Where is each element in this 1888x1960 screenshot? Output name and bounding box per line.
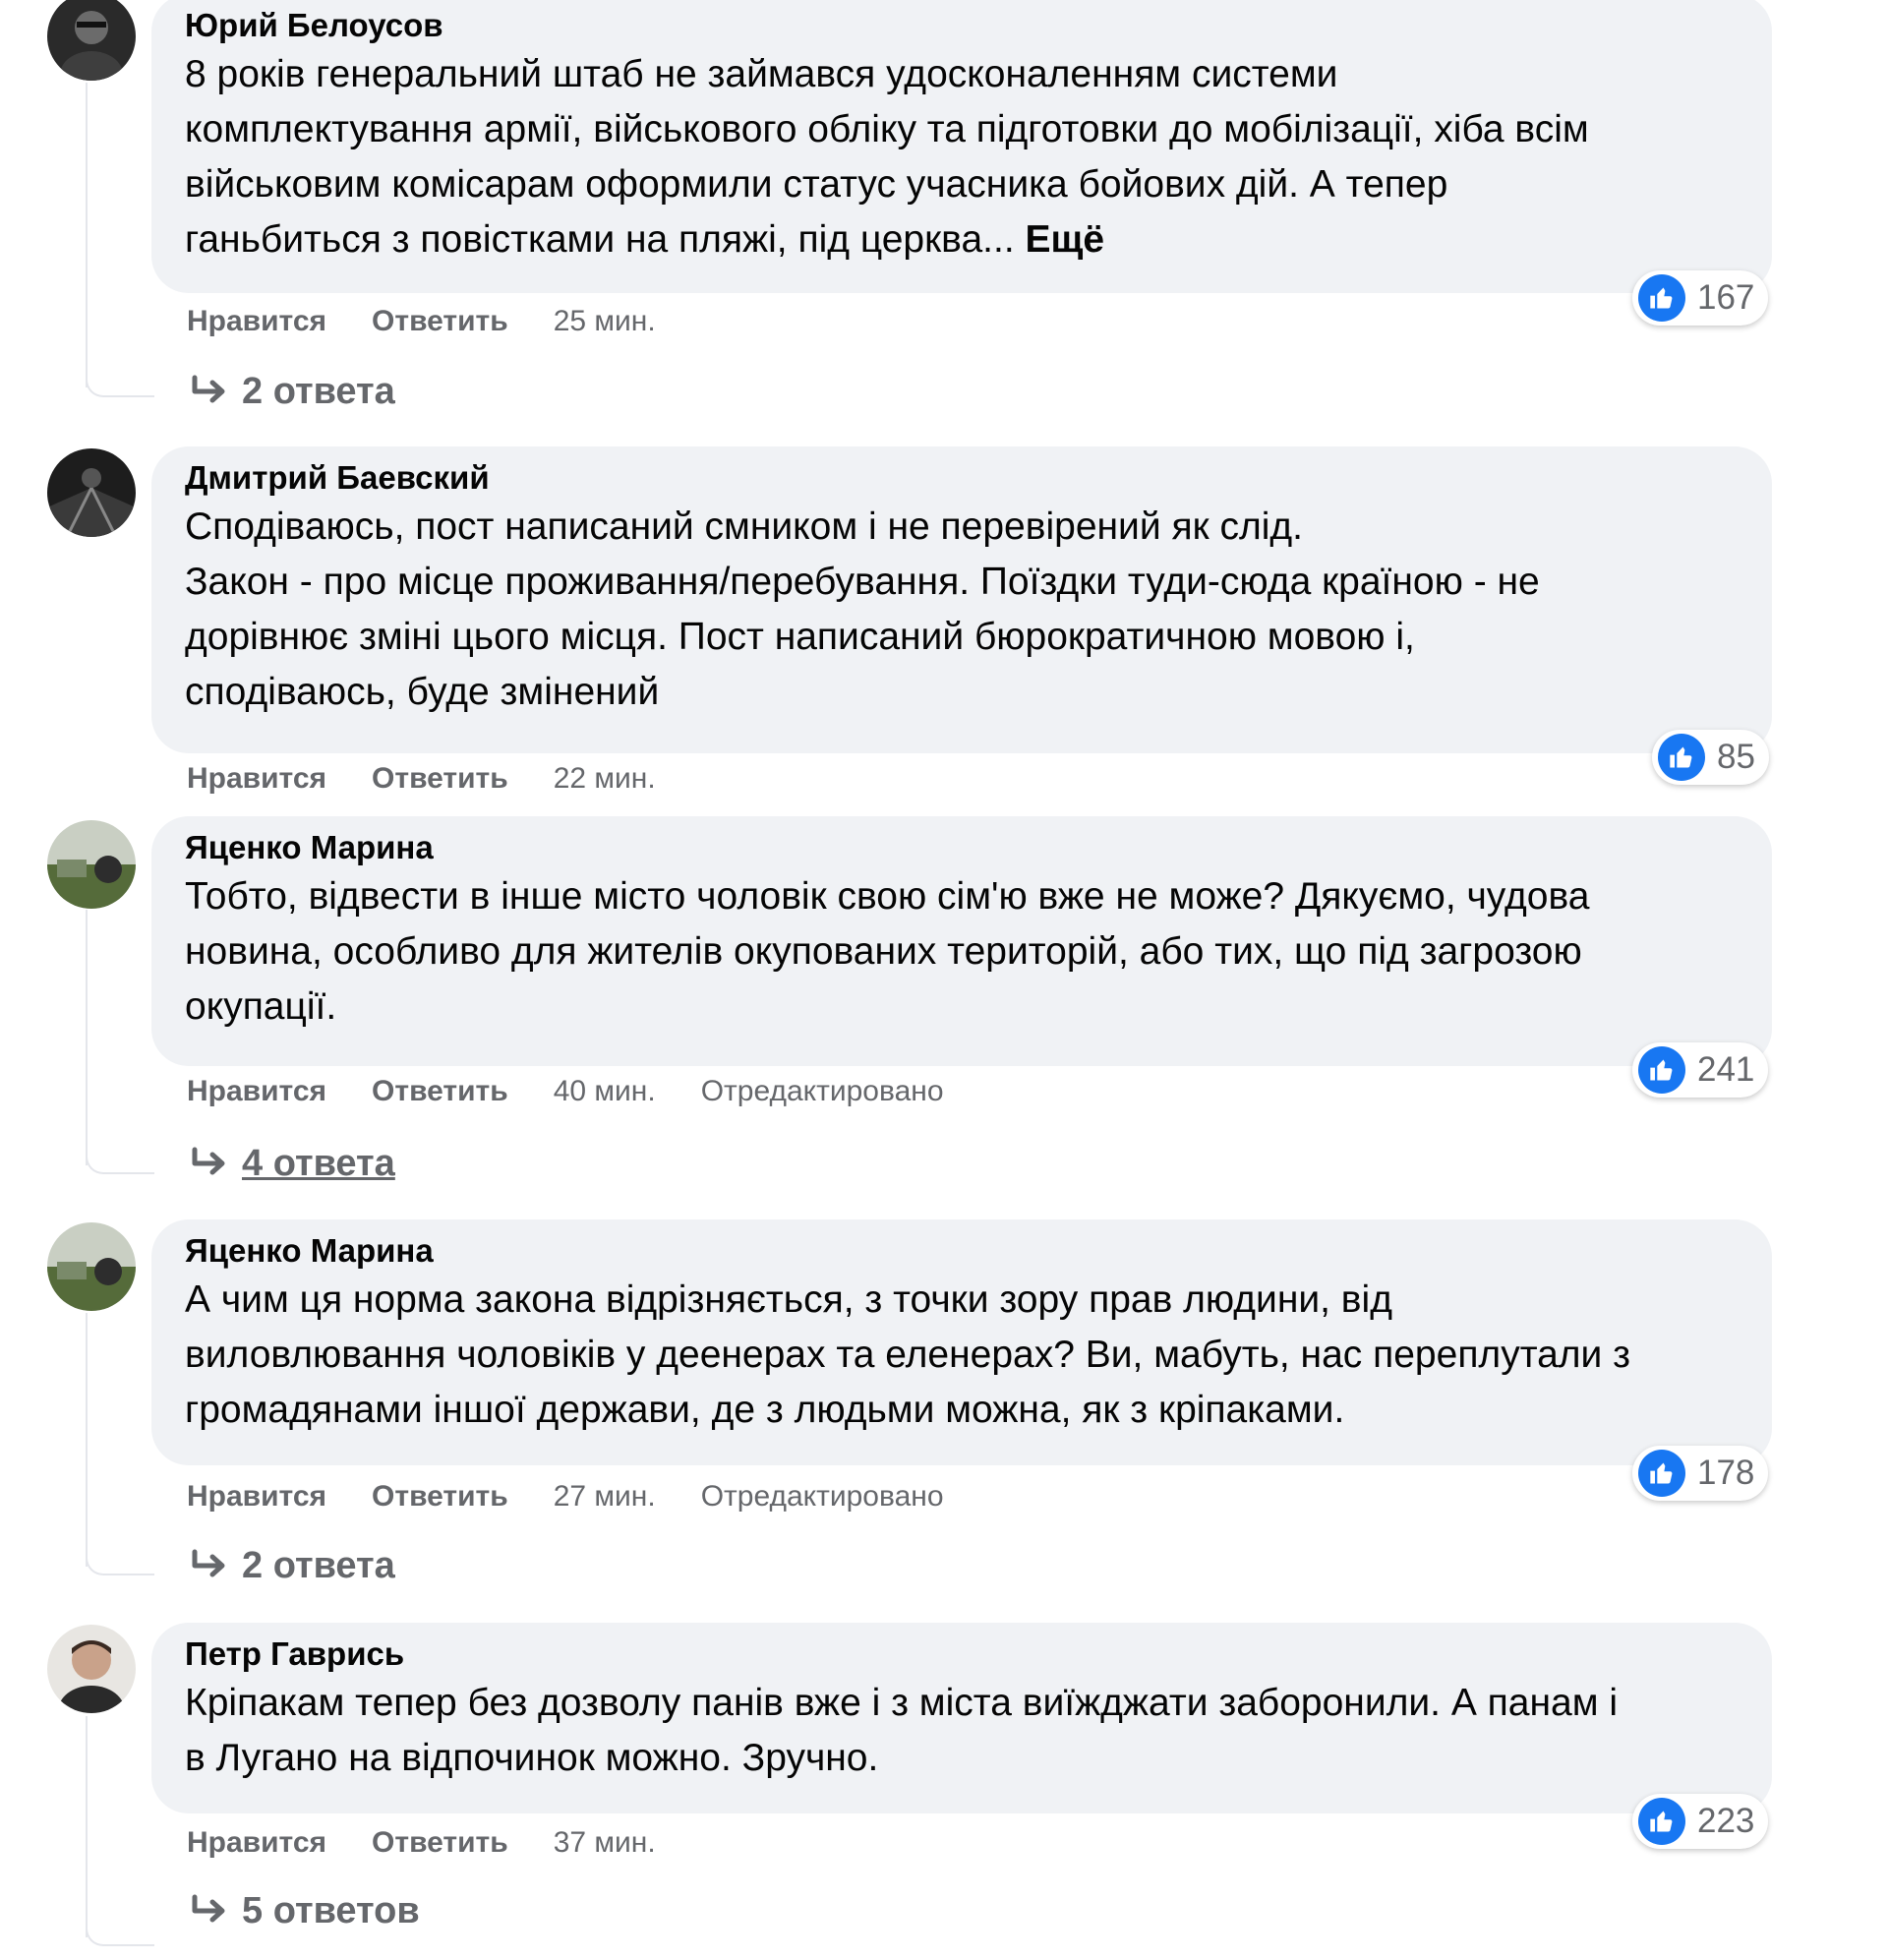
- reaction-badge[interactable]: 223: [1632, 1794, 1769, 1849]
- reaction-badge[interactable]: 178: [1632, 1446, 1769, 1501]
- comment-actions: Нравится Ответить 40 мин. Отредактирован…: [187, 1072, 944, 1111]
- comment-actions: Нравится Ответить 27 мин. Отредактирован…: [187, 1477, 944, 1516]
- edited-label: Отредактировано: [700, 1075, 944, 1107]
- reply-button[interactable]: Ответить: [372, 762, 508, 796]
- comment-text: Кріпакам тепер без дозволу панів вже і з…: [185, 1682, 1619, 1779]
- comment-bubble: Петр Гаврись Кріпакам тепер без дозволу …: [151, 1623, 1772, 1813]
- thread-line: [86, 1716, 88, 1937]
- comment-author[interactable]: Петр Гаврись: [185, 1633, 1739, 1676]
- comment-author[interactable]: Юрий Белоусов: [185, 4, 1739, 47]
- comment-timestamp[interactable]: 25 мин.: [554, 305, 656, 338]
- reply-arrow-icon: [187, 1146, 230, 1181]
- reply-button[interactable]: Ответить: [372, 1480, 508, 1514]
- comment-text: А чим ця норма закона відрізняється, з т…: [185, 1278, 1631, 1431]
- reaction-count: 167: [1697, 278, 1755, 317]
- comment-text-body: 8 років генеральний штаб не займався удо…: [185, 53, 1589, 261]
- view-replies-link[interactable]: 4 ответа: [187, 1139, 395, 1188]
- reply-button[interactable]: Ответить: [372, 305, 508, 338]
- thumbs-up-icon: [1638, 1798, 1685, 1845]
- thread-line: [86, 910, 88, 1165]
- comment-timestamp[interactable]: 27 мин.: [554, 1480, 656, 1514]
- reaction-count: 178: [1697, 1454, 1755, 1492]
- thread-connector: [86, 1923, 154, 1946]
- edited-label: Отредактировано: [700, 1480, 944, 1513]
- replies-label[interactable]: 2 ответа: [242, 371, 395, 413]
- comment-bubble: Юрий Белоусов 8 років генеральний штаб н…: [151, 0, 1772, 293]
- comment-actions: Нравится Ответить 25 мин.: [187, 302, 701, 341]
- thread-line: [86, 83, 88, 387]
- see-more-link[interactable]: Ещё: [1026, 218, 1105, 261]
- thread-connector: [86, 374, 154, 397]
- comment-timestamp[interactable]: 37 мин.: [554, 1826, 656, 1860]
- comment-bubble: Дмитрий Баевский Сподіваюсь, пост написа…: [151, 446, 1772, 753]
- thread-connector: [86, 1151, 154, 1174]
- avatar[interactable]: [47, 448, 136, 537]
- replies-label[interactable]: 2 ответа: [242, 1545, 395, 1587]
- reaction-count: 223: [1697, 1802, 1755, 1840]
- thumbs-up-icon: [1638, 1046, 1685, 1094]
- like-button[interactable]: Нравится: [187, 1826, 326, 1860]
- avatar[interactable]: [47, 1222, 136, 1311]
- like-button[interactable]: Нравится: [187, 1480, 326, 1514]
- reply-button[interactable]: Ответить: [372, 1075, 508, 1108]
- thread-connector: [86, 1552, 154, 1575]
- avatar[interactable]: [47, 0, 136, 81]
- thread-line: [86, 1313, 88, 1567]
- avatar[interactable]: [47, 1625, 136, 1713]
- like-button[interactable]: Нравится: [187, 305, 326, 338]
- avatar[interactable]: [47, 820, 136, 909]
- reaction-badge[interactable]: 167: [1632, 270, 1769, 326]
- like-button[interactable]: Нравится: [187, 762, 326, 796]
- reply-arrow-icon: [187, 1893, 230, 1929]
- reply-arrow-icon: [187, 1548, 230, 1583]
- comment-bubble: Яценко Марина Тобто, відвести в інше міс…: [151, 816, 1772, 1066]
- reaction-badge[interactable]: 241: [1632, 1042, 1769, 1098]
- reply-arrow-icon: [187, 374, 230, 409]
- thumbs-up-icon: [1658, 734, 1705, 781]
- comment-text: Сподіваюсь, пост написаний смником і не …: [185, 505, 1540, 713]
- thumbs-up-icon: [1638, 1450, 1685, 1497]
- comment-text: 8 років генеральний штаб не займався удо…: [185, 47, 1739, 267]
- reaction-count: 85: [1717, 738, 1755, 776]
- view-replies-link[interactable]: 2 ответа: [187, 1541, 395, 1590]
- comment-text: Тобто, відвести в інше місто чоловік сво…: [185, 875, 1590, 1028]
- replies-label[interactable]: 5 ответов: [242, 1890, 420, 1932]
- comment-actions: Нравится Ответить 22 мин.: [187, 759, 701, 799]
- comment-timestamp[interactable]: 40 мин.: [554, 1075, 656, 1108]
- thumbs-up-icon: [1638, 274, 1685, 322]
- reply-button[interactable]: Ответить: [372, 1826, 508, 1860]
- view-replies-link[interactable]: 2 ответа: [187, 367, 395, 416]
- comment-author[interactable]: Яценко Марина: [185, 826, 1739, 869]
- comment-bubble: Яценко Марина А чим ця норма закона відр…: [151, 1219, 1772, 1465]
- reaction-count: 241: [1697, 1050, 1755, 1089]
- comment-author[interactable]: Дмитрий Баевский: [185, 456, 1739, 500]
- reaction-badge[interactable]: 85: [1652, 730, 1769, 785]
- comment-timestamp[interactable]: 22 мин.: [554, 762, 656, 796]
- replies-label[interactable]: 4 ответа: [242, 1143, 395, 1185]
- comment-author[interactable]: Яценко Марина: [185, 1229, 1739, 1273]
- view-replies-link[interactable]: 5 ответов: [187, 1886, 420, 1935]
- comment-actions: Нравится Ответить 37 мин.: [187, 1823, 701, 1863]
- like-button[interactable]: Нравится: [187, 1075, 326, 1108]
